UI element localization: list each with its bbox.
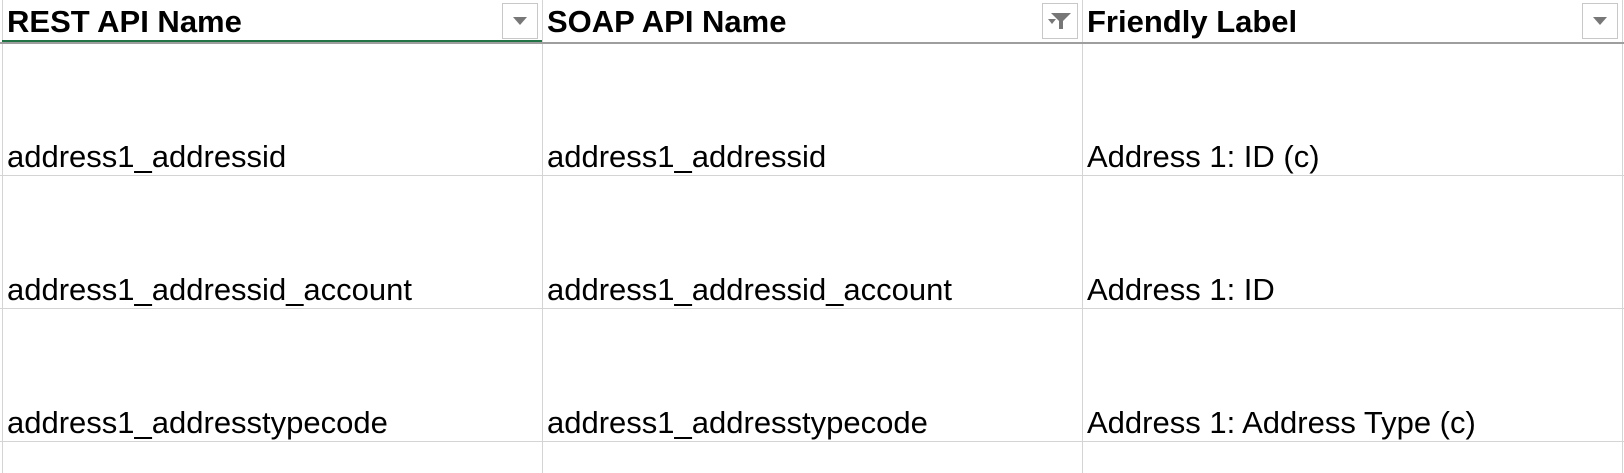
table-cell[interactable]: address1_addressid_account	[547, 272, 952, 308]
table-cell[interactable]: address1_addressid	[547, 139, 826, 175]
column-filter-button-soap-api-name[interactable]	[1042, 3, 1078, 39]
active-cell-indicator	[2, 40, 542, 42]
table-cell[interactable]: address1_addresstypecode	[547, 405, 928, 441]
header-cell-rest-api-name[interactable]: REST API Name	[7, 4, 242, 40]
column-filter-button-friendly-label[interactable]	[1582, 3, 1618, 39]
gridline-horizontal	[0, 441, 1624, 442]
gridline-vertical	[542, 0, 543, 473]
dropdown-arrow-icon	[1593, 17, 1607, 25]
table-cell[interactable]: Address 1: Address Type (c)	[1087, 405, 1476, 441]
header-cell-soap-api-name[interactable]: SOAP API Name	[547, 4, 786, 40]
gridline-vertical	[2, 0, 3, 473]
gridline-horizontal	[0, 175, 1624, 176]
gridline-vertical	[1082, 0, 1083, 473]
header-row-border	[0, 42, 1624, 44]
table-cell[interactable]: address1_addressid	[7, 139, 286, 175]
filter-applied-icon	[1048, 13, 1071, 29]
header-cell-friendly-label[interactable]: Friendly Label	[1087, 4, 1297, 40]
table-cell[interactable]: address1_addresstypecode	[7, 405, 388, 441]
gridline-horizontal	[0, 308, 1624, 309]
dropdown-arrow-icon	[513, 17, 527, 25]
table-cell[interactable]: Address 1: ID	[1087, 272, 1275, 308]
table-cell[interactable]: Address 1: ID (c)	[1087, 139, 1320, 175]
table-cell[interactable]: address1_addressid_account	[7, 272, 412, 308]
column-filter-button-rest-api-name[interactable]	[502, 3, 538, 39]
spreadsheet-grid: REST API Name SOAP API Name Friendly Lab…	[0, 0, 1624, 473]
gridline-vertical	[1622, 0, 1623, 473]
